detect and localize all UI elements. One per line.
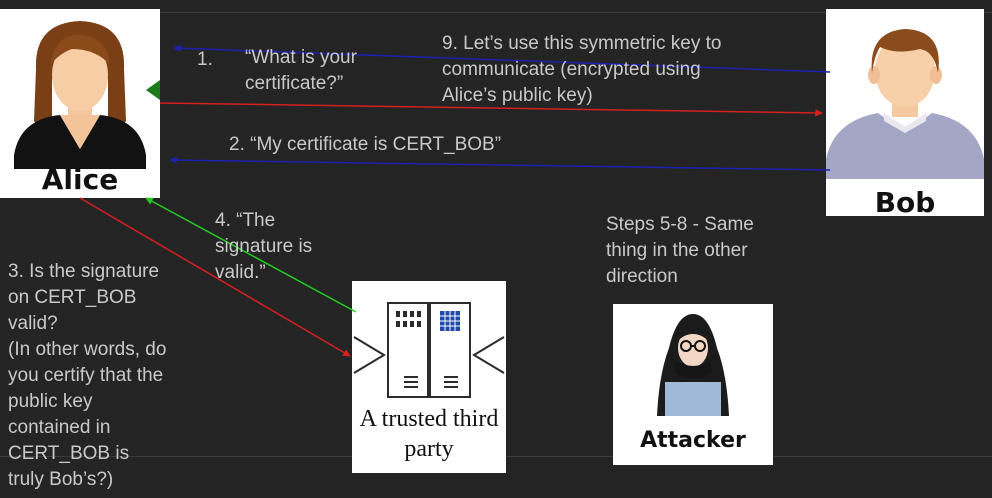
step3-text: 3. Is the signature on CERT_BOB valid? (… (8, 261, 167, 490)
step1-number: 1. (197, 49, 213, 70)
arrow-step2 (169, 156, 831, 171)
green-arrowhead-partial (146, 80, 160, 100)
step9-text: 9. Let’s use this symmetric key to commu… (442, 33, 722, 106)
step4-text: 4. “The signature is valid.” (215, 210, 313, 283)
steps5-8-text: Steps 5-8 - Same thing in the other dire… (606, 214, 754, 287)
step2-text: 2. “My certificate is CERT_BOB” (229, 134, 502, 155)
step1-text: “What is your certificate?” (245, 47, 357, 94)
